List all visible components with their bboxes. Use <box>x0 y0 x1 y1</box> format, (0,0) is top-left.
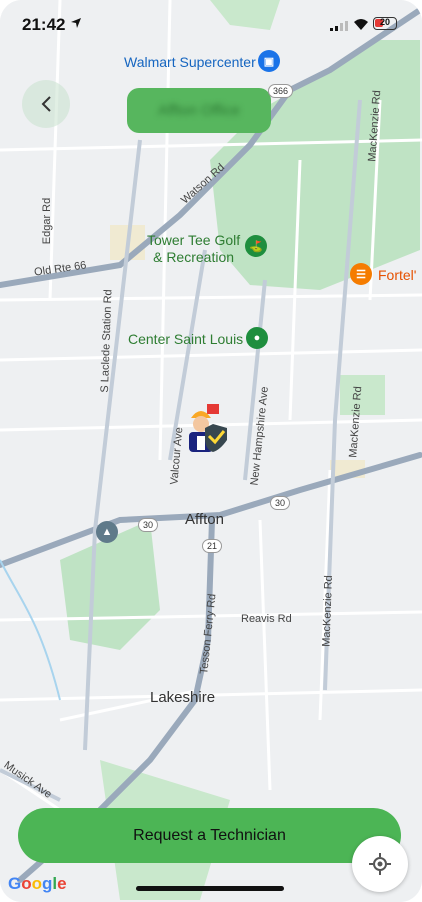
place-icon[interactable]: ● <box>246 327 268 349</box>
battery-level: 20 <box>379 17 390 27</box>
chevron-left-icon <box>41 96 51 112</box>
location-arrow-icon <box>71 18 81 28</box>
restaurant-icon[interactable]: ☰ <box>350 263 372 285</box>
road-mackenzie-3: MacKenzie Rd <box>320 575 336 647</box>
golf-icon[interactable]: ⛳ <box>245 235 267 257</box>
battery-icon: 20 <box>373 17 397 30</box>
my-location-button[interactable] <box>352 836 408 892</box>
wifi-icon <box>354 19 368 30</box>
google-logo: Google <box>8 874 67 893</box>
route-shield-21: 21 <box>202 539 223 553</box>
landmark-icon[interactable]: ▲ <box>96 521 118 543</box>
request-technician-button[interactable]: Request a Technician <box>18 808 401 863</box>
crosshair-icon <box>369 853 391 875</box>
road-edgar: Edgar Rd <box>41 197 54 245</box>
destination-label: Affton Office <box>158 102 240 119</box>
poi-center-stl-label[interactable]: Center Saint Louis <box>128 331 243 347</box>
poi-tower-tee-label[interactable]: Tower Tee Golf & Recreation <box>147 232 240 266</box>
route-shield-366: 366 <box>268 84 294 98</box>
poi-fortel-label[interactable]: Fortel' <box>378 267 416 283</box>
app-screen: 21:42 20 Affton Office Walmart Supercent… <box>0 0 422 902</box>
back-button[interactable] <box>22 80 70 128</box>
route-shield-30-west: 30 <box>138 518 159 532</box>
technician-marker-icon[interactable] <box>185 402 229 454</box>
town-affton: Affton <box>185 511 224 528</box>
destination-pill[interactable]: Affton Office <box>127 88 271 133</box>
status-bar: 21:42 20 <box>0 0 422 48</box>
road-reavis: Reavis Rd <box>241 613 292 625</box>
town-lakeshire: Lakeshire <box>150 689 216 706</box>
signal-icon <box>330 21 348 31</box>
route-shield-30-east: 30 <box>270 496 291 510</box>
poi-walmart-label[interactable]: Walmart Supercenter <box>124 54 256 70</box>
clock: 21:42 <box>22 15 66 34</box>
home-indicator <box>136 886 284 891</box>
shopping-bag-icon[interactable]: ▣ <box>258 50 280 72</box>
